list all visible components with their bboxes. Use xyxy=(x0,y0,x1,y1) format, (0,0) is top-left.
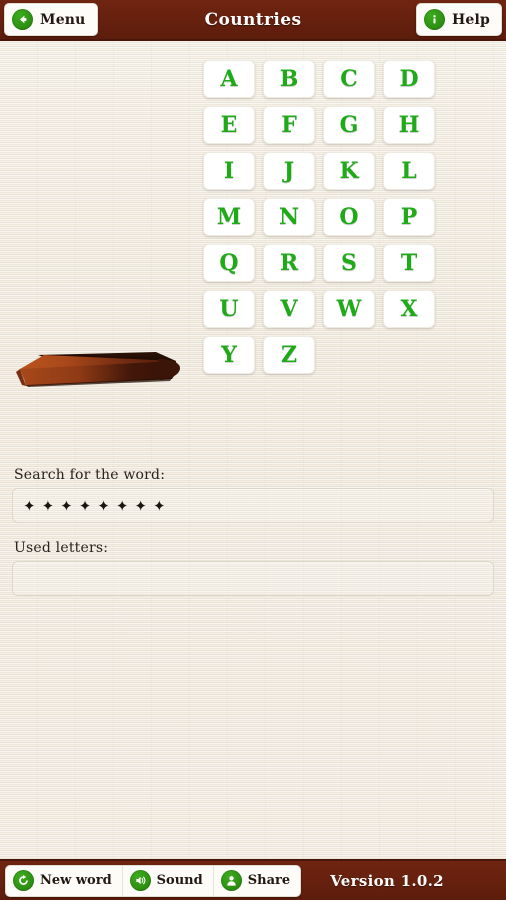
action-button-group: New word Sound Share xyxy=(5,864,302,897)
letter-key-v[interactable]: V xyxy=(263,290,315,328)
letter-key-label: M xyxy=(216,204,242,230)
person-icon xyxy=(220,870,242,891)
letter-key-label: T xyxy=(400,250,418,276)
letter-key-label: E xyxy=(220,112,238,138)
masked-word-value: ✦✦✦✦✦✦✦✦ xyxy=(23,496,172,515)
game-area: A B C D E F G H I J K L M N O P Q R S T … xyxy=(0,41,506,859)
bottom-bar: New word Sound Share Version 1.0.2 xyxy=(0,859,506,900)
letter-key-d[interactable]: D xyxy=(383,60,435,98)
letter-key-j[interactable]: J xyxy=(263,152,315,190)
letter-key-e[interactable]: E xyxy=(203,106,255,144)
new-word-button[interactable]: New word xyxy=(6,865,123,896)
letter-key-label: I xyxy=(223,158,235,184)
hangman-gallows-base xyxy=(0,293,200,403)
letter-key-label: J xyxy=(283,158,295,184)
letter-key-label: V xyxy=(280,296,298,322)
letter-key-label: D xyxy=(399,66,419,92)
top-bar: Menu Countries Help xyxy=(0,0,506,41)
used-letters-input[interactable] xyxy=(12,561,494,596)
letter-key-label: Y xyxy=(221,342,237,368)
letter-key-label: N xyxy=(278,204,300,230)
search-word-label: Search for the word: xyxy=(14,467,166,483)
letter-key-label: O xyxy=(339,204,359,230)
share-button[interactable]: Share xyxy=(214,866,300,896)
letter-key-p[interactable]: P xyxy=(383,198,435,236)
letter-key-o[interactable]: O xyxy=(323,198,375,236)
letter-key-label: P xyxy=(400,204,418,230)
letter-key-i[interactable]: I xyxy=(203,152,255,190)
letter-key-c[interactable]: C xyxy=(323,60,375,98)
speaker-icon xyxy=(129,870,151,891)
letter-key-m[interactable]: M xyxy=(203,198,255,236)
version-label: Version 1.0.2 xyxy=(330,871,444,890)
letter-key-label: Q xyxy=(219,250,239,276)
letter-key-h[interactable]: H xyxy=(383,106,435,144)
info-icon xyxy=(423,9,445,30)
letter-key-label: S xyxy=(341,250,357,276)
sound-label: Sound xyxy=(156,873,203,888)
letter-key-n[interactable]: N xyxy=(263,198,315,236)
letter-key-f[interactable]: F xyxy=(263,106,315,144)
letter-key-a[interactable]: A xyxy=(203,60,255,98)
letter-key-label: G xyxy=(339,112,359,138)
letter-key-l[interactable]: L xyxy=(383,152,435,190)
letter-key-label: R xyxy=(279,250,299,276)
sound-button[interactable]: Sound xyxy=(123,865,214,896)
letter-key-label: H xyxy=(398,112,420,138)
back-arrow-icon xyxy=(12,9,33,30)
letter-key-k[interactable]: K xyxy=(323,152,375,190)
letter-key-r[interactable]: R xyxy=(263,244,315,282)
letter-key-z[interactable]: Z xyxy=(263,336,315,374)
search-word-input[interactable]: ✦✦✦✦✦✦✦✦ xyxy=(12,488,494,523)
word-form: Search for the word: ✦✦✦✦✦✦✦✦ Used lette… xyxy=(0,467,506,613)
refresh-icon xyxy=(13,870,34,891)
used-letters-label: Used letters: xyxy=(14,540,109,556)
letter-key-label: A xyxy=(220,66,238,92)
share-label: Share xyxy=(247,873,291,888)
app-root: Menu Countries Help A B C D E F G H I J … xyxy=(0,0,506,900)
new-word-label: New word xyxy=(40,873,112,888)
letter-key-label: F xyxy=(281,112,297,138)
letter-key-w[interactable]: W xyxy=(323,290,375,328)
letter-key-label: Z xyxy=(280,342,298,368)
letter-key-label: X xyxy=(400,296,418,322)
letter-key-t[interactable]: T xyxy=(383,244,435,282)
letter-keypad: A B C D E F G H I J K L M N O P Q R S T … xyxy=(203,60,443,374)
letter-key-x[interactable]: X xyxy=(383,290,435,328)
letter-key-label: K xyxy=(339,158,359,184)
letter-key-label: C xyxy=(340,66,358,92)
help-button[interactable]: Help xyxy=(415,3,502,36)
letter-key-u[interactable]: U xyxy=(203,290,255,328)
letter-key-q[interactable]: Q xyxy=(203,244,255,282)
help-button-label: Help xyxy=(451,11,490,28)
menu-button[interactable]: Menu xyxy=(4,3,98,36)
letter-key-label: W xyxy=(336,296,362,322)
letter-key-label: B xyxy=(279,66,299,92)
letter-key-s[interactable]: S xyxy=(323,244,375,282)
letter-key-label: U xyxy=(219,296,239,322)
letter-key-label: L xyxy=(401,158,417,184)
letter-key-y[interactable]: Y xyxy=(203,336,255,374)
letter-key-b[interactable]: B xyxy=(263,60,315,98)
letter-key-g[interactable]: G xyxy=(323,106,375,144)
menu-button-label: Menu xyxy=(40,11,86,28)
